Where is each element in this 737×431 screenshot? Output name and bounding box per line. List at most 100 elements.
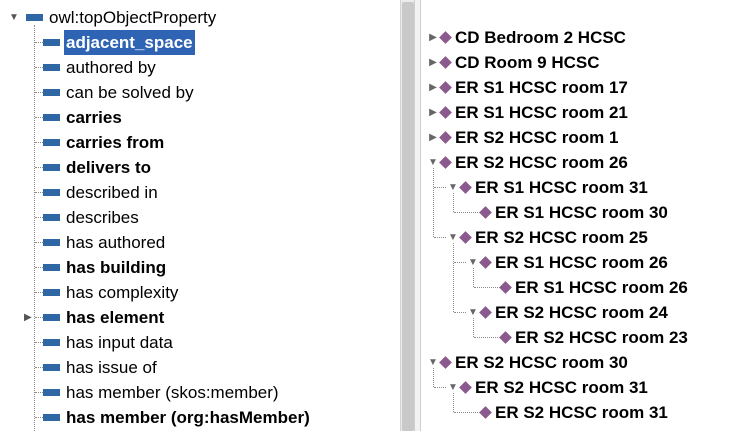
tree-root-label: owl:topObjectProperty (49, 8, 217, 27)
object-property-icon (43, 89, 60, 96)
property-label: has member (org:hasMember) (66, 408, 310, 427)
tree-branch-line (35, 92, 43, 93)
object-property-icon (43, 189, 60, 196)
individual-label: ER S1 HCSC room 26 (515, 278, 688, 297)
individual-label: CD Bedroom 2 HCSC (455, 28, 626, 47)
collapsed-triangle-icon[interactable]: ▶ (427, 50, 439, 75)
individual-diamond-icon (439, 31, 452, 44)
object-property-icon (43, 164, 60, 171)
collapsed-triangle-icon[interactable]: ▶ (427, 25, 439, 50)
individual-label: ER S1 HCSC room 30 (495, 203, 668, 222)
tree-branch-line (35, 342, 43, 343)
individuals-tree[interactable]: ▶ CD Bedroom 2 HCSC ▶ CD Room 9 HCSC ▶ ER S1 … (421, 0, 737, 431)
individual-diamond-icon (499, 281, 512, 294)
individual-diamond-icon (479, 206, 492, 219)
tree-branch-line (454, 412, 480, 413)
scrollbar-thumb[interactable] (402, 2, 414, 431)
tree-branch-line (35, 392, 43, 393)
tree-connector-line (34, 25, 35, 431)
tree-branch-line (35, 117, 43, 118)
tree-branch-line (474, 337, 500, 338)
tree-branch-line (35, 142, 43, 143)
tree-branch-line (434, 387, 446, 388)
object-property-icon (43, 389, 60, 396)
object-property-tree[interactable]: ▼ owl:topObjectProperty adjacent_spaceauth… (0, 0, 400, 431)
tree-connector-line (473, 268, 474, 287)
property-label: has element (66, 308, 165, 327)
object-property-icon (43, 314, 60, 321)
property-label: described in (66, 183, 158, 202)
tree-branch-line (454, 212, 480, 213)
tree-branch-line (35, 292, 43, 293)
individual-diamond-icon (439, 131, 452, 144)
individual-diamond-icon (439, 56, 452, 69)
individual-diamond-icon (479, 406, 492, 419)
collapsed-triangle-icon[interactable]: ▶ (24, 305, 32, 330)
individual-diamond-icon (499, 331, 512, 344)
individual-diamond-icon (439, 156, 452, 169)
collapsed-triangle-icon[interactable]: ▶ (427, 100, 439, 125)
expanded-triangle-icon[interactable]: ▼ (9, 5, 19, 30)
tree-branch-line (434, 187, 446, 188)
property-label: has input data (66, 333, 173, 352)
tree-branch-line (35, 242, 43, 243)
tree-branch-line (35, 67, 43, 68)
object-property-icon (43, 364, 60, 371)
object-property-icon (43, 339, 60, 346)
property-label: authored by (66, 58, 156, 77)
property-label: carries from (66, 133, 165, 152)
collapsed-triangle-icon[interactable]: ▶ (427, 75, 439, 100)
individual-diamond-icon (479, 256, 492, 269)
property-label: adjacent_space (64, 30, 195, 55)
tree-connector-line (473, 318, 474, 337)
collapsed-triangle-icon[interactable]: ▶ (427, 125, 439, 150)
tree-branch-line (35, 42, 43, 43)
tree-branch-line (35, 192, 43, 193)
property-label: delivers to (66, 158, 152, 177)
tree-branch-line (35, 167, 43, 168)
tree-branch-line (454, 312, 466, 313)
property-label: has building (66, 258, 167, 277)
tree-branch-line (35, 317, 43, 318)
pane-splitter[interactable] (414, 0, 421, 431)
property-label: has complexity (66, 283, 179, 302)
individual-diamond-icon (459, 231, 472, 244)
tree-connector-line (453, 193, 454, 212)
individual-label: ER S2 HCSC room 31 (475, 378, 648, 397)
individual-diamond-icon (479, 306, 492, 319)
individual-diamond-icon (439, 356, 452, 369)
object-property-icon (43, 139, 60, 146)
object-property-icon (43, 264, 60, 271)
property-label: can be solved by (66, 83, 194, 102)
individual-label: ER S2 HCSC room 26 (455, 153, 628, 172)
property-label: carries (66, 108, 122, 127)
individual-diamond-icon (459, 381, 472, 394)
tree-branch-line (474, 287, 500, 288)
tree-connector-line (453, 243, 454, 312)
object-property-icon (43, 64, 60, 71)
individual-label: ER S2 HCSC room 23 (515, 328, 688, 347)
individual-diamond-icon (459, 181, 472, 194)
tree-branch-line (35, 367, 43, 368)
individual-label: ER S2 HCSC room 31 (495, 403, 668, 422)
individual-label: ER S2 HCSC room 24 (495, 303, 668, 322)
object-property-icon (43, 289, 60, 296)
property-label: has member (skos:member) (66, 383, 279, 402)
tree-connector-line (433, 368, 434, 387)
object-property-icon (26, 14, 43, 21)
individual-label: ER S1 HCSC room 31 (475, 178, 648, 197)
left-tree-scrollbar[interactable] (400, 0, 415, 431)
property-label: has issue of (66, 358, 157, 377)
tree-branch-line (454, 262, 466, 263)
individual-label: ER S2 HCSC room 1 (455, 128, 619, 147)
object-property-icon (43, 414, 60, 421)
object-property-icon (43, 39, 60, 46)
tree-branch-line (35, 267, 43, 268)
individual-label: ER S2 HCSC room 25 (475, 228, 648, 247)
individual-diamond-icon (439, 106, 452, 119)
tree-connector-line (453, 393, 454, 412)
tree-connector-line (433, 168, 434, 237)
individual-diamond-icon (439, 81, 452, 94)
object-property-icon (43, 239, 60, 246)
object-property-icon (43, 114, 60, 121)
